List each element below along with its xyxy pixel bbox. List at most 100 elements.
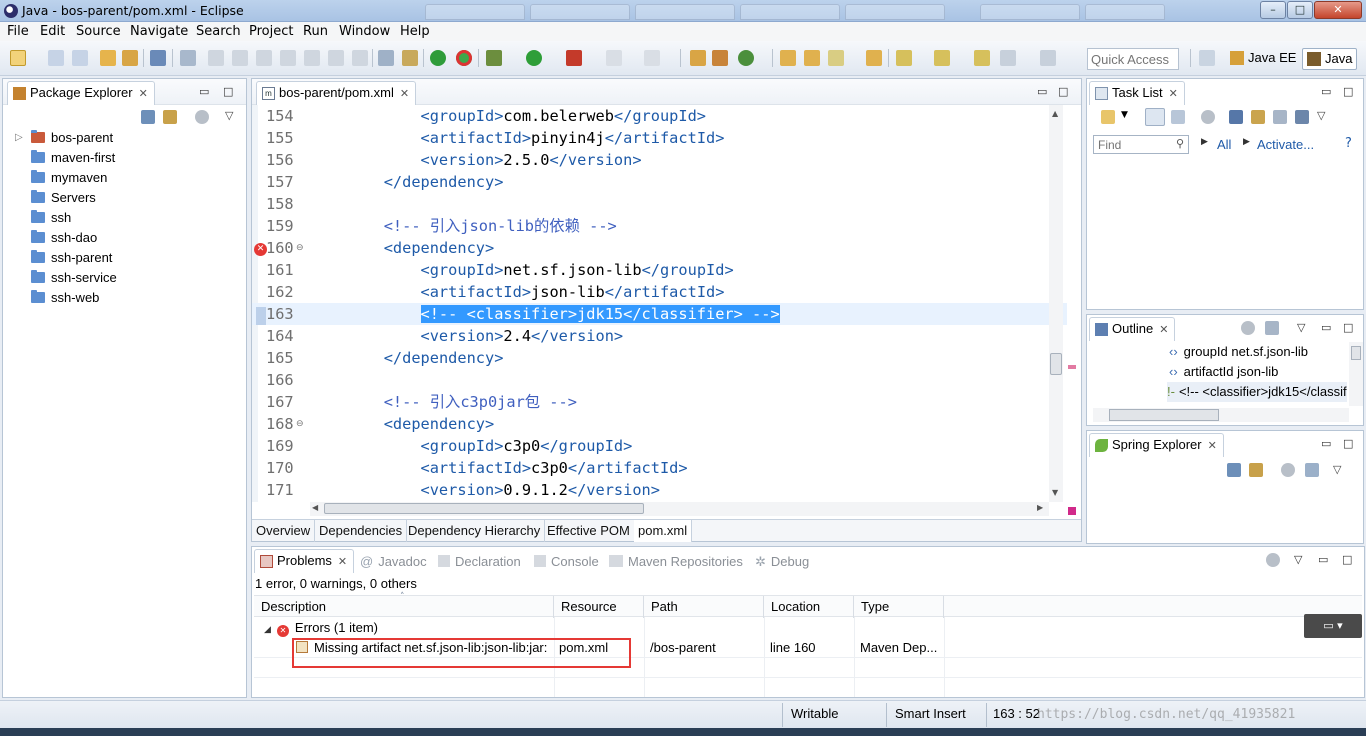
close-icon[interactable]: ✕ — [400, 88, 409, 100]
outline-item-selected[interactable]: !-<!-- <classifier>jdk15</classifier> --… — [1167, 382, 1347, 402]
close-icon[interactable]: ✕ — [139, 88, 148, 100]
view-menu-icon[interactable] — [1266, 553, 1280, 567]
close-icon[interactable]: ✕ — [1208, 440, 1217, 452]
code-line[interactable]: 162 <artifactId>json-lib</artifactId> — [252, 281, 1067, 303]
tab-effective-pom[interactable]: Effective POM — [543, 520, 635, 542]
outline-item[interactable]: ‹› artifactId json-lib — [1169, 362, 1278, 382]
find-input[interactable] — [1094, 136, 1170, 153]
tab-dependencies[interactable]: Dependencies — [315, 520, 408, 542]
chevron-down-icon[interactable]: ▼ — [1121, 110, 1128, 120]
minimize-icon[interactable]: ▭ — [199, 85, 209, 98]
pen-icon[interactable] — [828, 50, 844, 66]
terminate-icon[interactable] — [256, 50, 272, 66]
tree-item-maven-first[interactable]: maven-first — [9, 148, 115, 168]
open-type-icon[interactable] — [100, 50, 116, 66]
use-step-filters-icon[interactable] — [378, 50, 394, 66]
code-line[interactable]: 170 <artifactId>c3p0</artifactId> — [252, 457, 1067, 479]
collapse-all-icon[interactable] — [141, 110, 155, 124]
code-line[interactable]: 167 <!-- 引入c3p0jar包 --> — [252, 391, 1067, 413]
tab-javadoc[interactable]: @ Javadoc — [360, 554, 427, 569]
link-with-editor-icon[interactable] — [1249, 463, 1263, 477]
link-icon[interactable] — [1295, 110, 1309, 124]
tab-declaration[interactable]: Declaration — [438, 554, 521, 569]
tree-item-ssh-service[interactable]: ssh-service — [9, 268, 117, 288]
previous-annotation-icon[interactable] — [934, 50, 950, 66]
search-icon[interactable]: ⚲ — [1176, 137, 1184, 150]
chevron-down-icon[interactable]: ▽ — [1297, 321, 1305, 334]
keyboard-icon[interactable]: ▭ ▾ — [1304, 614, 1362, 638]
run-icon[interactable] — [526, 50, 542, 66]
toggle-icon[interactable] — [402, 50, 418, 66]
column-path[interactable]: Path — [644, 596, 764, 618]
close-icon[interactable]: ✕ — [1159, 324, 1168, 336]
scroll-thumb[interactable] — [324, 503, 644, 514]
link-with-editor-icon[interactable] — [163, 110, 177, 124]
tab-debug[interactable]: ✲ Debug — [755, 554, 809, 570]
server-debug-icon[interactable] — [456, 50, 472, 66]
collapse-all-icon[interactable] — [1273, 110, 1287, 124]
disconnect-icon[interactable] — [280, 50, 296, 66]
minimize-icon[interactable]: ▭ — [1321, 85, 1331, 98]
scroll-left-icon[interactable]: ◀ — [312, 503, 318, 512]
code-line[interactable]: 169 <groupId>c3p0</groupId> — [252, 435, 1067, 457]
hide-completed-icon[interactable] — [1229, 110, 1243, 124]
error-marker-icon[interactable]: ✕ — [254, 243, 267, 256]
new-icon[interactable] — [10, 50, 26, 66]
code-line[interactable]: 166 — [252, 369, 1067, 391]
overview-ruler-marker[interactable] — [1068, 365, 1076, 369]
vertical-scrollbar[interactable]: ▲ ▼ — [1049, 105, 1063, 502]
code-line[interactable]: 164 <version>2.4</version> — [252, 325, 1067, 347]
collapse-all-icon[interactable] — [1265, 321, 1279, 335]
open-task-icon[interactable] — [122, 50, 138, 66]
terminal-icon[interactable] — [150, 50, 166, 66]
external-tools-icon[interactable] — [566, 50, 582, 66]
resume-icon[interactable] — [208, 50, 224, 66]
suspend-icon[interactable] — [232, 50, 248, 66]
close-icon[interactable]: ✕ — [338, 556, 347, 568]
code-line[interactable]: 157 </dependency> — [252, 171, 1067, 193]
menu-search[interactable]: Search — [196, 24, 241, 39]
minimize-icon[interactable]: ▭ — [1321, 321, 1331, 334]
code-line[interactable]: 163 <!-- <classifier>jdk15</classifier> … — [252, 303, 1067, 325]
maximize-icon[interactable]: □ — [1343, 321, 1353, 334]
maximize-icon[interactable]: □ — [223, 85, 233, 98]
sync-icon[interactable] — [1241, 321, 1255, 335]
tab-pom-xml-source[interactable]: pom.xml — [634, 520, 693, 542]
menu-navigate[interactable]: Navigate — [130, 24, 188, 39]
sync-icon[interactable] — [1281, 463, 1295, 477]
open-resource-icon[interactable] — [804, 50, 820, 66]
tab-dependency-hierarchy[interactable]: Dependency Hierarchy — [404, 520, 546, 542]
stop-icon[interactable] — [606, 50, 622, 66]
menu-project[interactable]: Project — [249, 24, 293, 39]
minimize-icon[interactable]: ▭ — [1318, 553, 1328, 566]
horizontal-scrollbar[interactable] — [1093, 408, 1349, 422]
perspective-java[interactable]: Java — [1302, 48, 1358, 70]
collapse-all-icon[interactable] — [1227, 463, 1241, 477]
outline-item[interactable]: ‹› groupId net.sf.json-lib — [1169, 342, 1308, 362]
fold-icon[interactable]: ⊖ — [296, 419, 304, 429]
scroll-thumb[interactable] — [1050, 353, 1062, 375]
fold-icon[interactable]: ⊖ — [296, 243, 304, 253]
chevron-down-icon[interactable]: ▽ — [1317, 109, 1325, 122]
code-line[interactable]: 159 <!-- 引入json-lib的依赖 --> — [252, 215, 1067, 237]
menu-run[interactable]: Run — [303, 24, 328, 39]
menu-window[interactable]: Window — [339, 24, 390, 39]
chevron-down-icon[interactable]: ▽ — [1294, 553, 1302, 566]
tab-problems[interactable]: Problems ✕ — [254, 549, 355, 573]
view-menu-icon[interactable] — [195, 110, 209, 124]
tab-maven-repositories[interactable]: Maven Repositories — [609, 554, 743, 569]
tree-item-ssh[interactable]: ssh — [9, 208, 71, 228]
expand-icon[interactable]: ▷ — [15, 128, 23, 148]
code-line[interactable]: 156 <version>2.5.0</version> — [252, 149, 1067, 171]
vertical-scrollbar[interactable] — [1349, 342, 1363, 406]
code-line[interactable]: 161 <groupId>net.sf.json-lib</groupId> — [252, 259, 1067, 281]
close-button[interactable]: ✕ — [1314, 1, 1362, 19]
tab-pom-xml[interactable]: m bos-parent/pom.xml ✕ — [256, 81, 417, 105]
step-over-icon[interactable] — [328, 50, 344, 66]
step-into-icon[interactable] — [304, 50, 320, 66]
minimize-icon[interactable]: ▭ — [1037, 85, 1047, 98]
forward-icon[interactable] — [1040, 50, 1056, 66]
tab-package-explorer[interactable]: Package Explorer ✕ — [7, 81, 155, 105]
tab-overview[interactable]: Overview — [252, 520, 316, 542]
debug-icon[interactable] — [486, 50, 502, 66]
